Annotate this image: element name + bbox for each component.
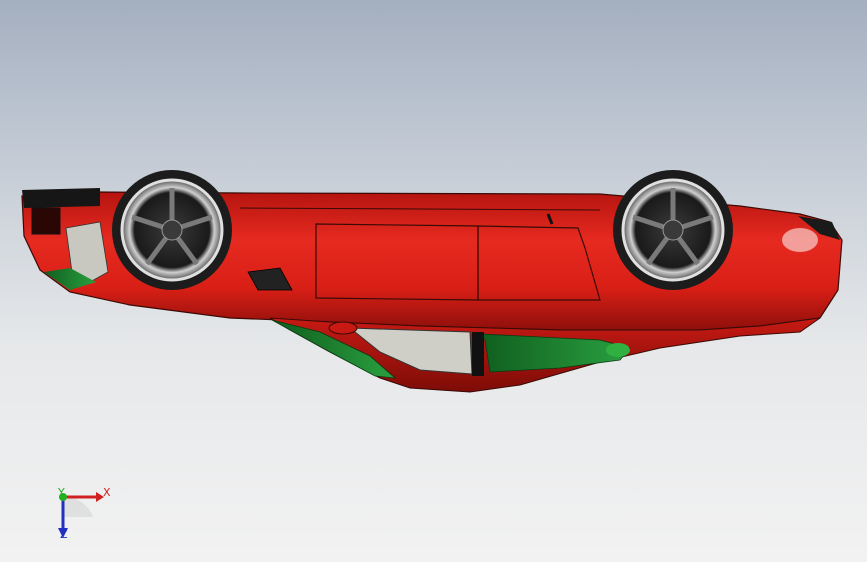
front-wheel[interactable] <box>613 170 733 290</box>
car-model[interactable] <box>0 0 867 562</box>
y-axis-label: Y <box>58 486 65 499</box>
green-light <box>606 343 630 357</box>
rear-light <box>31 207 61 235</box>
x-axis-label: X <box>103 486 111 499</box>
z-axis-label: Z <box>60 528 68 541</box>
b-pillar <box>472 332 484 376</box>
side-mirror[interactable] <box>328 321 358 335</box>
coordinate-triad: X Y Z <box>48 482 118 542</box>
rear-wheel[interactable] <box>112 170 232 290</box>
rear-trim <box>22 188 100 208</box>
graphics-viewport[interactable]: X Y Z <box>0 0 867 562</box>
front-highlight <box>782 228 818 252</box>
